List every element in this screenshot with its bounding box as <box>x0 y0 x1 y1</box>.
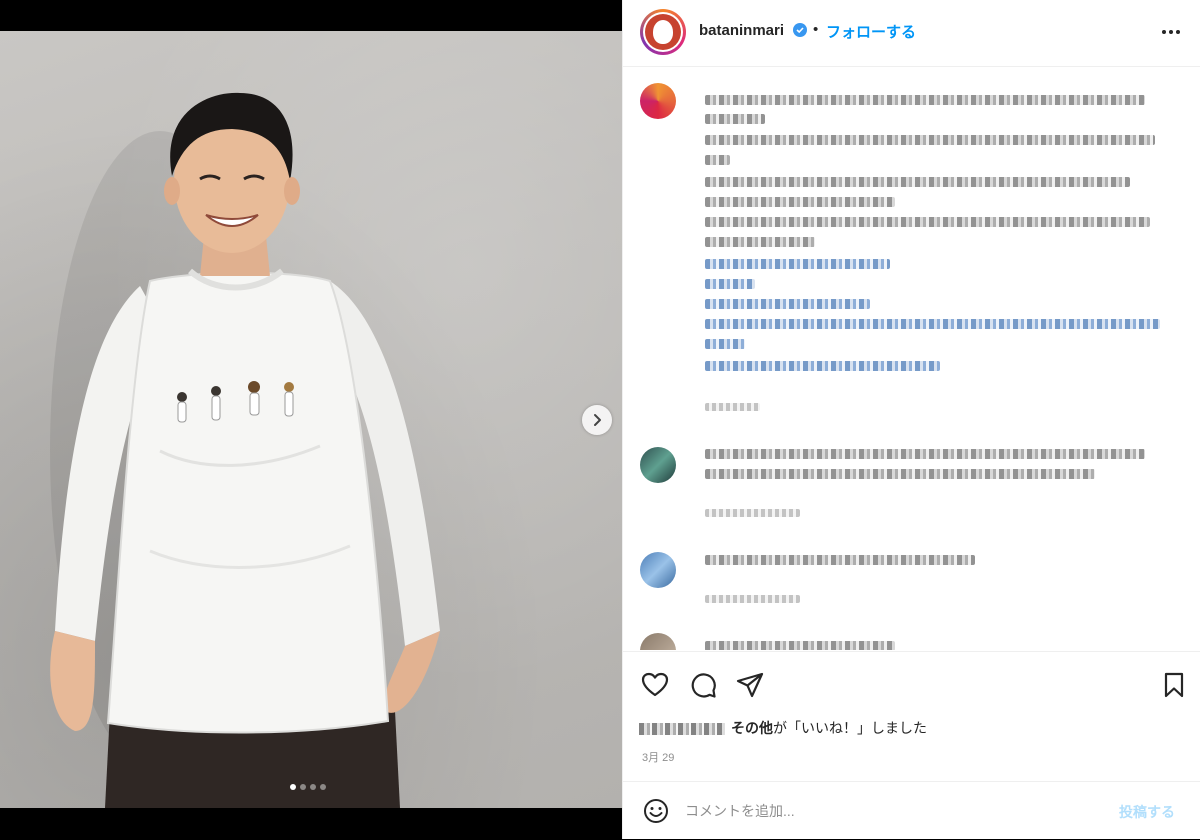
caption-text <box>705 114 765 124</box>
carousel-dot <box>290 784 296 790</box>
hashtag-link[interactable] <box>705 339 745 349</box>
post-date[interactable]: 3月 29 <box>642 749 674 765</box>
comment-text <box>705 555 975 565</box>
carousel-next-button[interactable] <box>582 405 612 435</box>
chevron-right-icon <box>594 414 601 426</box>
comment-text <box>705 469 1095 479</box>
likes-summary: その他が「いいね！」しました <box>639 718 927 738</box>
comment-icon[interactable] <box>689 671 717 699</box>
liker-username[interactable] <box>639 723 725 736</box>
heart-icon[interactable] <box>641 671 669 699</box>
avatar[interactable] <box>640 447 676 483</box>
carousel-indicator <box>290 784 326 790</box>
others-link[interactable]: その他 <box>731 720 773 736</box>
comments-list <box>623 67 1200 650</box>
likes-suffix: が「いいね！」しました <box>773 720 927 736</box>
hashtag-link[interactable] <box>705 299 870 309</box>
bookmark-icon[interactable] <box>1160 671 1188 699</box>
username-link[interactable]: batanin­mari <box>699 22 784 39</box>
avatar[interactable] <box>640 9 686 55</box>
hashtag-link[interactable] <box>705 319 1160 329</box>
caption-text <box>705 237 815 247</box>
avatar[interactable] <box>640 552 676 588</box>
avatar[interactable] <box>640 83 676 119</box>
smiley-icon[interactable] <box>643 798 669 824</box>
photo-illustration <box>50 92 440 808</box>
caption-timestamp <box>705 403 760 411</box>
comment-meta <box>705 595 800 603</box>
post-photo[interactable] <box>0 31 622 808</box>
comment-text <box>705 449 1145 459</box>
paper-plane-icon[interactable] <box>736 671 764 699</box>
carousel-dot <box>310 784 316 790</box>
verified-badge-icon <box>793 23 807 37</box>
post-header: batanin­mari • フォローする <box>623 0 1200 67</box>
hashtag-link[interactable] <box>705 361 940 371</box>
comment-text <box>705 641 895 650</box>
caption-text <box>705 217 1150 227</box>
caption-text <box>705 197 895 207</box>
comment-meta <box>705 509 800 517</box>
separator-dot: • <box>813 21 819 38</box>
comment-input[interactable] <box>685 798 1085 824</box>
post-comment-button[interactable]: 投稿する <box>1119 802 1175 822</box>
hashtag-link[interactable] <box>705 279 755 289</box>
action-bar: その他が「いいね！」しました 3月 29 <box>623 651 1200 782</box>
carousel-dot <box>320 784 326 790</box>
comment-composer: 投稿する <box>623 781 1200 840</box>
ellipsis-icon[interactable] <box>1159 24 1183 40</box>
caption-text <box>705 177 1130 187</box>
post-media <box>0 0 622 839</box>
caption-text <box>705 135 1155 145</box>
hashtag-link[interactable] <box>705 259 890 269</box>
avatar[interactable] <box>640 633 676 650</box>
carousel-dot <box>300 784 306 790</box>
caption-text <box>705 155 730 165</box>
post-side-panel: batanin­mari • フォローする <box>622 0 1200 839</box>
caption-text <box>705 95 1145 105</box>
follow-button[interactable]: フォローする <box>826 21 916 42</box>
